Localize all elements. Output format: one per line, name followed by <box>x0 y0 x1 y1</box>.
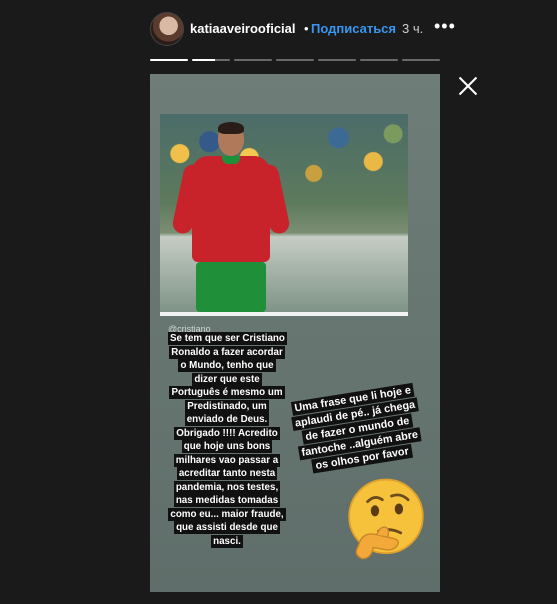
player-jersey <box>192 156 270 262</box>
progress-segment-current <box>192 59 230 61</box>
progress-segment <box>402 59 440 61</box>
post-time: 3 ч. <box>402 21 424 36</box>
caption-right: Uma frase que li hoje e aplaudi de pé.. … <box>285 382 430 477</box>
subscribe-button[interactable]: Подписаться <box>311 21 396 36</box>
progress-segment <box>234 59 272 61</box>
avatar[interactable] <box>150 12 184 46</box>
player-shorts <box>196 262 266 312</box>
thinking-face-icon <box>348 478 424 560</box>
caption-left: Se tem que ser Cristiano Ronaldo a fazer… <box>168 332 287 548</box>
story-header: katiaaveirooficial • Подписаться 3 ч. ••… <box>150 12 455 48</box>
story-content[interactable]: @cristiano Se tem que ser Cristiano Rona… <box>150 74 440 592</box>
progress-segment <box>360 59 398 61</box>
close-icon[interactable] <box>456 74 480 98</box>
more-options-icon[interactable]: ••• <box>434 16 456 37</box>
separator-dot: • <box>304 21 309 36</box>
player-collar <box>222 156 240 164</box>
caption-left-text: Se tem que ser Cristiano Ronaldo a fazer… <box>168 332 287 548</box>
progress-segment <box>150 59 188 61</box>
progress-segment <box>318 59 356 61</box>
shared-post-frame[interactable] <box>160 114 408 316</box>
player-hair <box>218 122 244 134</box>
username[interactable]: katiaaveirooficial <box>190 21 296 36</box>
progress-segment <box>276 59 314 61</box>
player-photo <box>160 114 408 312</box>
caption-right-text: Uma frase que li hoje e aplaudi de pé.. … <box>290 382 422 474</box>
story-progress-bar <box>150 59 440 62</box>
